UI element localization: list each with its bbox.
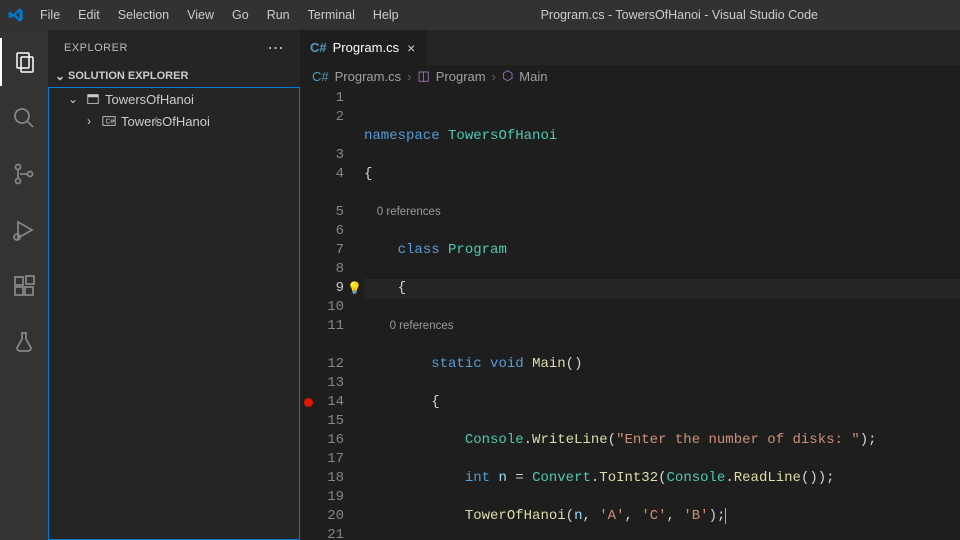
chevron-down-icon: ⌄ [52, 69, 68, 83]
solution-icon [85, 91, 101, 107]
tree-label: TowersOfHanoi [121, 114, 210, 129]
close-icon[interactable]: × [405, 40, 417, 56]
sidebar-header: EXPLORER ⋯ [48, 30, 300, 65]
search-icon[interactable] [0, 94, 48, 142]
menu-run[interactable]: Run [259, 4, 298, 26]
sidebar: EXPLORER ⋯ ⌄ SOLUTION EXPLORER ⌄ TowersO… [48, 30, 300, 540]
menu-go[interactable]: Go [224, 4, 257, 26]
explorer-icon[interactable] [0, 38, 48, 86]
editor-area: C# Program.cs × C# Program.cs › ◫ Progra… [300, 30, 960, 540]
tab-bar: C# Program.cs × [300, 30, 960, 65]
section-header[interactable]: ⌄ SOLUTION EXPLORER [48, 65, 300, 87]
sidebar-title: EXPLORER [64, 42, 128, 54]
csharp-project-icon: C# [101, 113, 117, 129]
code-editor[interactable]: 1 2 3 4 5 6 7 8 9💡 10 11 12 13 14 15 16 … [300, 87, 960, 540]
menu-view[interactable]: View [179, 4, 222, 26]
chevron-right-icon: › [492, 69, 496, 84]
tree: ⌄ TowersOfHanoi › C# TowersOfHanoi ⇳ [48, 87, 300, 540]
line-gutter[interactable]: 1 2 3 4 5 6 7 8 9💡 10 11 12 13 14 15 16 … [300, 87, 364, 540]
source-control-icon[interactable] [0, 150, 48, 198]
breakpoint-icon[interactable] [304, 398, 313, 407]
section-title: SOLUTION EXPLORER [68, 70, 188, 82]
main-area: EXPLORER ⋯ ⌄ SOLUTION EXPLORER ⌄ TowersO… [0, 30, 960, 540]
run-debug-icon[interactable] [0, 206, 48, 254]
extensions-icon[interactable] [0, 262, 48, 310]
vscode-logo-icon [8, 7, 24, 23]
menu-terminal[interactable]: Terminal [300, 4, 363, 26]
svg-text:C#: C# [106, 119, 115, 126]
csharp-file-icon: C# [312, 69, 329, 84]
code-content[interactable]: namespace TowersOfHanoi { 0 references c… [364, 87, 960, 540]
menu-bar: File Edit Selection View Go Run Terminal… [32, 4, 407, 26]
chevron-right-icon: › [81, 114, 97, 128]
activity-bar [0, 30, 48, 540]
breadcrumb-class[interactable]: Program [436, 69, 486, 84]
tree-label: TowersOfHanoi [105, 92, 194, 107]
tree-row-project[interactable]: ⌄ TowersOfHanoi [53, 88, 299, 110]
window-title: Program.cs - TowersOfHanoi - Visual Stud… [407, 8, 952, 22]
chevron-down-icon: ⌄ [65, 92, 81, 106]
menu-help[interactable]: Help [365, 4, 407, 26]
tree-row-child[interactable]: › C# TowersOfHanoi ⇳ [53, 110, 299, 132]
menu-file[interactable]: File [32, 4, 68, 26]
breadcrumb[interactable]: C# Program.cs › ◫ Program › ⬡ Main [300, 65, 960, 87]
testing-icon[interactable] [0, 318, 48, 366]
menu-edit[interactable]: Edit [70, 4, 108, 26]
more-icon[interactable]: ⋯ [268, 38, 285, 58]
menu-selection[interactable]: Selection [110, 4, 177, 26]
class-icon: ◫ [417, 68, 429, 84]
tab-label: Program.cs [333, 40, 399, 55]
breadcrumb-method[interactable]: Main [519, 69, 547, 84]
csharp-file-icon: C# [310, 40, 327, 55]
method-icon: ⬡ [502, 68, 513, 84]
lightbulb-icon[interactable]: 💡 [347, 280, 362, 299]
breadcrumb-file[interactable]: Program.cs [335, 69, 401, 84]
chevron-right-icon: › [407, 69, 411, 84]
tab-program[interactable]: C# Program.cs × [300, 30, 428, 65]
titlebar: File Edit Selection View Go Run Terminal… [0, 0, 960, 30]
